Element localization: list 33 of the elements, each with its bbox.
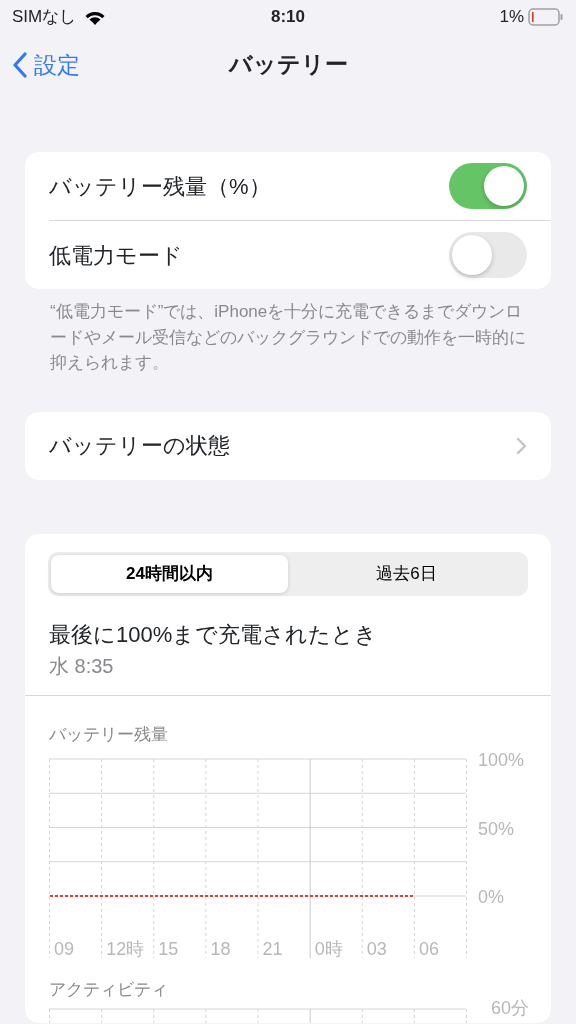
chevron-right-icon <box>516 436 527 455</box>
chart-title: アクティビティ <box>49 979 169 1001</box>
page-title: バッテリー <box>228 49 348 79</box>
carrier-text: SIMなし <box>12 6 77 29</box>
chart-title: バッテリー残量 <box>49 723 169 746</box>
battery-health-row[interactable]: バッテリーの状態 <box>25 411 551 480</box>
footer-note: “低電力モード”では、iPhoneを十分に充電できるまでダウンロードやメール受信などのバックグラウンドでの動作を一時的に抑えられます。 <box>49 301 527 374</box>
x-axis-label: 09 <box>54 939 75 959</box>
x-axis-label: 15 <box>158 939 179 959</box>
battery-percent: 1% <box>499 6 524 29</box>
x-axis-label: 0時 <box>314 939 343 959</box>
last-charge-title: 最後に100%まで充電されたとき <box>49 620 379 649</box>
y-axis-label: 100% <box>478 750 525 770</box>
chevron-left-icon <box>12 52 28 79</box>
battery-icon <box>528 8 564 26</box>
y-axis-label: 60分 <box>490 998 531 1019</box>
back-button[interactable]: 設定 <box>12 48 80 83</box>
wifi-icon <box>84 9 107 25</box>
toggle-switch[interactable] <box>449 232 527 278</box>
x-axis-label: 12時 <box>106 939 145 959</box>
setting-label: バッテリー残量（%） <box>49 172 271 201</box>
clock-text: 8:10 <box>271 7 305 27</box>
y-axis-label: 50% <box>478 818 515 839</box>
x-axis-label: 06 <box>418 939 439 959</box>
segment-tab[interactable]: 過去6日 <box>288 554 525 593</box>
toggle-switch[interactable] <box>449 163 527 209</box>
x-axis-label: 21 <box>262 939 283 959</box>
x-axis-label: 03 <box>366 939 387 959</box>
y-axis-label: 0% <box>478 887 504 907</box>
last-charge-time: 水 8:35 <box>49 653 115 679</box>
segment-tab[interactable]: 24時間以内 <box>51 554 288 593</box>
setting-label: 低電力モード <box>49 241 183 270</box>
x-axis-label: 18 <box>210 939 231 959</box>
